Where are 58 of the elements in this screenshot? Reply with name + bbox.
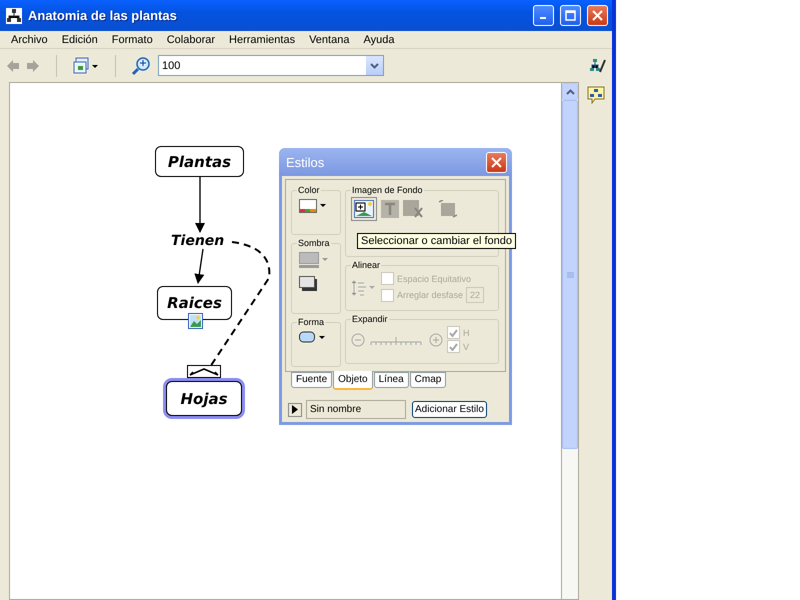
group-label: Alinear bbox=[351, 260, 382, 270]
concept-node[interactable]: Hojas bbox=[166, 381, 242, 416]
tooltip: Seleccionar o cambiar el fondo bbox=[357, 233, 516, 249]
minimize-button[interactable] bbox=[533, 5, 554, 26]
shadow-icon[interactable] bbox=[297, 274, 319, 293]
menu-item[interactable]: Herramientas bbox=[222, 34, 302, 46]
menu-item[interactable]: Edición bbox=[54, 34, 105, 46]
chevron-up-icon bbox=[566, 88, 574, 94]
checkbox-label: Arreglar desfase bbox=[397, 290, 464, 300]
checkbox-label: H bbox=[463, 328, 470, 338]
group-label: Forma bbox=[297, 317, 326, 327]
menu-item[interactable]: Formato bbox=[104, 34, 160, 46]
window-title: Anatomia de las plantas bbox=[28, 8, 178, 23]
zoom-icon[interactable] bbox=[132, 56, 152, 76]
maximize-button[interactable] bbox=[560, 5, 581, 26]
close-button[interactable] bbox=[486, 152, 507, 172]
group-label: Color bbox=[297, 185, 321, 195]
tab[interactable]: Objeto bbox=[333, 371, 373, 390]
menu-item[interactable]: Ventana bbox=[302, 34, 356, 46]
connector-arrow bbox=[194, 248, 204, 284]
tab[interactable]: Línea bbox=[374, 372, 409, 388]
panel-title: Estilos bbox=[286, 154, 326, 170]
style-name-field[interactable]: Sin nombre bbox=[306, 400, 406, 419]
checkbox-label: Espacio Equitativo bbox=[397, 274, 472, 284]
concept-node[interactable]: Raices bbox=[157, 286, 232, 320]
close-icon bbox=[491, 156, 502, 168]
text-icon bbox=[381, 200, 399, 218]
group-label: Sombra bbox=[297, 238, 331, 248]
menu-item[interactable]: Archivo bbox=[4, 34, 55, 46]
app-icon bbox=[6, 8, 22, 24]
image-text-icon bbox=[403, 200, 423, 218]
link-handle-icon[interactable] bbox=[187, 365, 221, 378]
close-icon bbox=[592, 10, 603, 21]
menu-item[interactable]: Colaborar bbox=[160, 34, 222, 46]
play-icon bbox=[292, 405, 298, 414]
scroll-up-button[interactable] bbox=[562, 83, 578, 100]
group-label: Imagen de Fondo bbox=[351, 185, 424, 195]
image-icon[interactable] bbox=[188, 313, 203, 329]
tab[interactable]: Cmap bbox=[410, 372, 446, 388]
close-button[interactable] bbox=[587, 5, 608, 26]
background-image-button[interactable] bbox=[351, 197, 377, 221]
color-picker-button[interactable] bbox=[297, 197, 329, 215]
tab[interactable]: Fuente bbox=[291, 372, 332, 388]
concept-node[interactable]: Plantas bbox=[155, 146, 244, 177]
add-style-button[interactable]: Adicionar Estilo bbox=[412, 401, 487, 418]
play-button[interactable] bbox=[288, 402, 302, 416]
connector-arrow bbox=[195, 177, 205, 233]
align-icon bbox=[351, 278, 377, 296]
linking-phrase[interactable]: Tienen bbox=[171, 233, 224, 249]
menu-item[interactable]: Ayuda bbox=[356, 34, 402, 46]
expand-slider-drawing[interactable] bbox=[351, 332, 443, 348]
group-label: Expandir bbox=[351, 314, 389, 324]
view-icon[interactable] bbox=[73, 56, 99, 74]
maximize-icon bbox=[565, 10, 576, 21]
chat-bubble-icon[interactable] bbox=[586, 86, 604, 104]
scrollbar-thumb[interactable] bbox=[562, 100, 578, 449]
edit-map-icon[interactable] bbox=[590, 58, 606, 74]
checkbox-label: V bbox=[463, 342, 470, 352]
